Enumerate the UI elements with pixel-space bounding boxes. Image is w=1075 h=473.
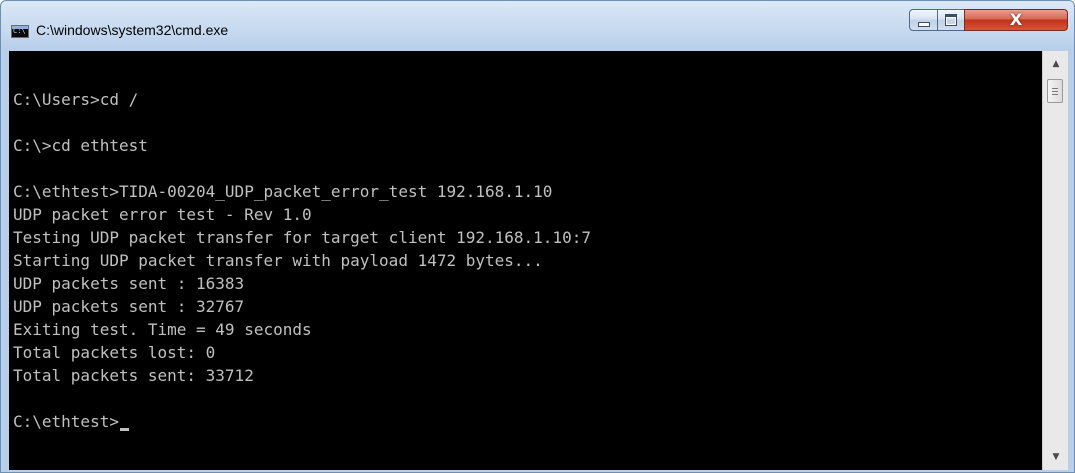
console-line-text: Total packets lost: 0	[13, 343, 216, 362]
window-title: C:\windows\system32\cmd.exe	[36, 22, 229, 38]
console-line-text: Total packets sent: 33712	[13, 366, 254, 385]
title-bar[interactable]: C:\ C:\windows\system32\cmd.exe X	[1, 1, 1074, 51]
console-lines: C:\Users>cd / C:\>cd ethtest C:\ethtest>TI…	[13, 88, 591, 433]
scroll-up-arrow-icon[interactable]: ▲	[1049, 57, 1063, 71]
text-cursor	[119, 428, 129, 431]
console-line-text: C:\ethtest>	[13, 412, 119, 431]
console-line: C:\ethtest>TIDA-00204_UDP_packet_error_t…	[13, 180, 591, 203]
console-line: C:\Users>cd /	[13, 88, 591, 111]
cmd-window: C:\ C:\windows\system32\cmd.exe X C:\Use…	[0, 0, 1075, 473]
maximize-icon	[945, 14, 957, 26]
console-line-text: Exiting test. Time = 49 seconds	[13, 320, 312, 339]
console-line: Exiting test. Time = 49 seconds	[13, 318, 591, 341]
scroll-down-arrow-icon[interactable]: ▼	[1049, 450, 1063, 464]
maximize-button[interactable]	[937, 9, 965, 31]
close-button[interactable]: X	[964, 9, 1068, 31]
console-line: UDP packet error test - Rev 1.0	[13, 203, 591, 226]
console-line-text: C:\ethtest>TIDA-00204_UDP_packet_error_t…	[13, 182, 553, 201]
console-line: Starting UDP packet transfer with payloa…	[13, 249, 591, 272]
scroll-thumb[interactable]	[1047, 79, 1063, 103]
console-output[interactable]: C:\Users>cd / C:\>cd ethtest C:\ethtest>TI…	[9, 51, 1042, 470]
console-line-text: UDP packet error test - Rev 1.0	[13, 205, 312, 224]
console-line: C:\ethtest>	[13, 410, 591, 433]
console-line-text: UDP packets sent : 32767	[13, 297, 245, 316]
minimize-icon	[917, 22, 930, 27]
console-line: Total packets lost: 0	[13, 341, 591, 364]
console-line: C:\>cd ethtest	[13, 134, 591, 157]
console-line: Testing UDP packet transfer for target c…	[13, 226, 591, 249]
thumb-grip-line	[1052, 94, 1058, 95]
console-line: Total packets sent: 33712	[13, 364, 591, 387]
console-line: UDP packets sent : 16383	[13, 272, 591, 295]
minimize-button[interactable]	[909, 9, 938, 31]
console-line-text: C:\>cd ethtest	[13, 136, 148, 155]
thumb-grip-line	[1052, 91, 1058, 92]
thumb-grip-line	[1052, 88, 1058, 89]
vertical-scrollbar[interactable]: ▲ ▼	[1042, 51, 1068, 470]
console-line-text: Testing UDP packet transfer for target c…	[13, 228, 591, 247]
cmd-icon[interactable]: C:\	[11, 25, 29, 38]
console-line: UDP packets sent : 32767	[13, 295, 591, 318]
console-line-text: Starting UDP packet transfer with payloa…	[13, 251, 543, 270]
console-line-text: C:\Users>cd /	[13, 90, 139, 109]
console-line-text: UDP packets sent : 16383	[13, 274, 245, 293]
close-icon: X	[1009, 10, 1023, 29]
